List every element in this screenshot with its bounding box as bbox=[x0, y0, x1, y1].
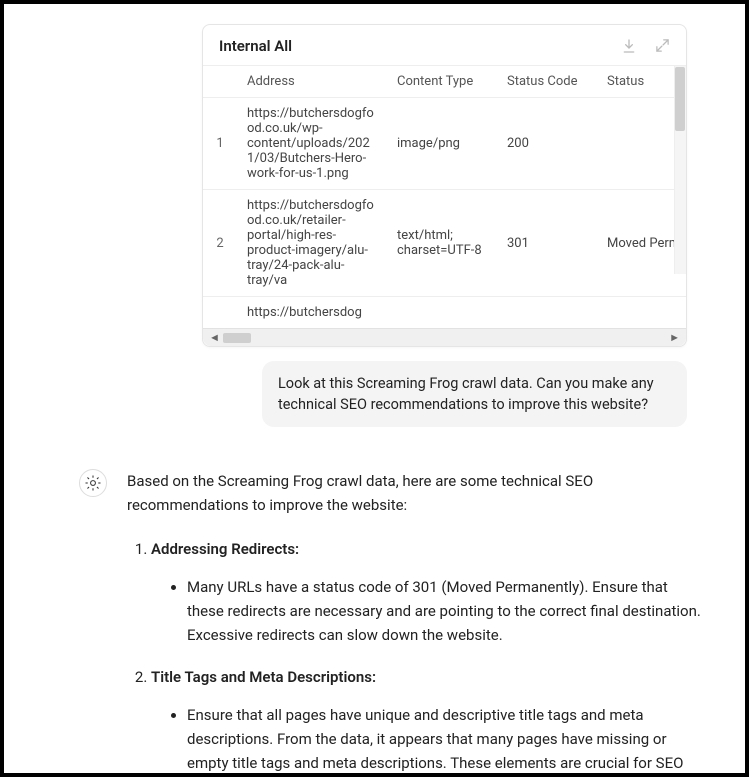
vertical-scrollbar[interactable] bbox=[674, 66, 686, 274]
bullet: Ensure that all pages have unique and de… bbox=[187, 703, 707, 773]
download-icon[interactable] bbox=[621, 38, 637, 54]
vertical-scroll-thumb[interactable] bbox=[675, 67, 685, 131]
table-row[interactable]: 2 https://butchersdogfood.co.uk/retailer… bbox=[203, 190, 686, 297]
cell-status: Moved Perma bbox=[597, 190, 686, 297]
card-title: Internal All bbox=[219, 37, 292, 55]
cell-address: https://butchersdogfood.co.uk/wp-content… bbox=[237, 98, 387, 190]
col-content-type[interactable]: Content Type bbox=[387, 66, 497, 98]
cell-index: 2 bbox=[203, 190, 237, 297]
item-heading: Addressing Redirects: bbox=[151, 540, 299, 558]
col-address[interactable]: Address bbox=[237, 66, 387, 98]
horizontal-scroll-thumb[interactable] bbox=[223, 333, 251, 343]
cell-content-type bbox=[387, 297, 497, 329]
cell-address: https://butchersdogfood.co.uk/retailer-p… bbox=[237, 190, 387, 297]
horizontal-scrollbar[interactable]: ◄ ► bbox=[203, 328, 686, 346]
scroll-right-icon[interactable]: ► bbox=[669, 331, 680, 344]
crawl-data-card: Internal All bbox=[202, 24, 687, 347]
assistant-intro: Based on the Screaming Frog crawl data, … bbox=[127, 469, 707, 517]
expand-icon[interactable] bbox=[655, 38, 670, 54]
col-status[interactable]: Status bbox=[597, 66, 686, 98]
crawl-table: Address Content Type Status Code Status … bbox=[203, 66, 686, 328]
cell-content-type: text/html; charset=UTF-8 bbox=[387, 190, 497, 297]
cell-index bbox=[203, 297, 237, 329]
cell-index: 1 bbox=[203, 98, 237, 190]
cell-status-code: 200 bbox=[497, 98, 597, 190]
col-index[interactable] bbox=[203, 66, 237, 98]
scroll-left-icon[interactable]: ◄ bbox=[209, 331, 220, 344]
cell-status bbox=[597, 297, 686, 329]
user-message: Look at this Screaming Frog crawl data. … bbox=[262, 361, 687, 427]
cell-status-code bbox=[497, 297, 597, 329]
assistant-message: Based on the Screaming Frog crawl data, … bbox=[34, 469, 715, 773]
assistant-avatar-icon bbox=[79, 469, 107, 497]
table-header-row: Address Content Type Status Code Status bbox=[203, 66, 686, 98]
cell-content-type: image/png bbox=[387, 98, 497, 190]
bullet: Many URLs have a status code of 301 (Mov… bbox=[187, 575, 707, 647]
table-row[interactable]: 1 https://butchersdogfood.co.uk/wp-conte… bbox=[203, 98, 686, 190]
cell-status-code: 301 bbox=[497, 190, 597, 297]
list-item: Addressing Redirects: Many URLs have a s… bbox=[151, 537, 707, 647]
cell-address: https://butchersdog bbox=[237, 297, 387, 329]
cell-status bbox=[597, 98, 686, 190]
item-heading: Title Tags and Meta Descriptions: bbox=[151, 668, 376, 686]
col-status-code[interactable]: Status Code bbox=[497, 66, 597, 98]
table-row[interactable]: https://butchersdog bbox=[203, 297, 686, 329]
list-item: Title Tags and Meta Descriptions: Ensure… bbox=[151, 665, 707, 773]
